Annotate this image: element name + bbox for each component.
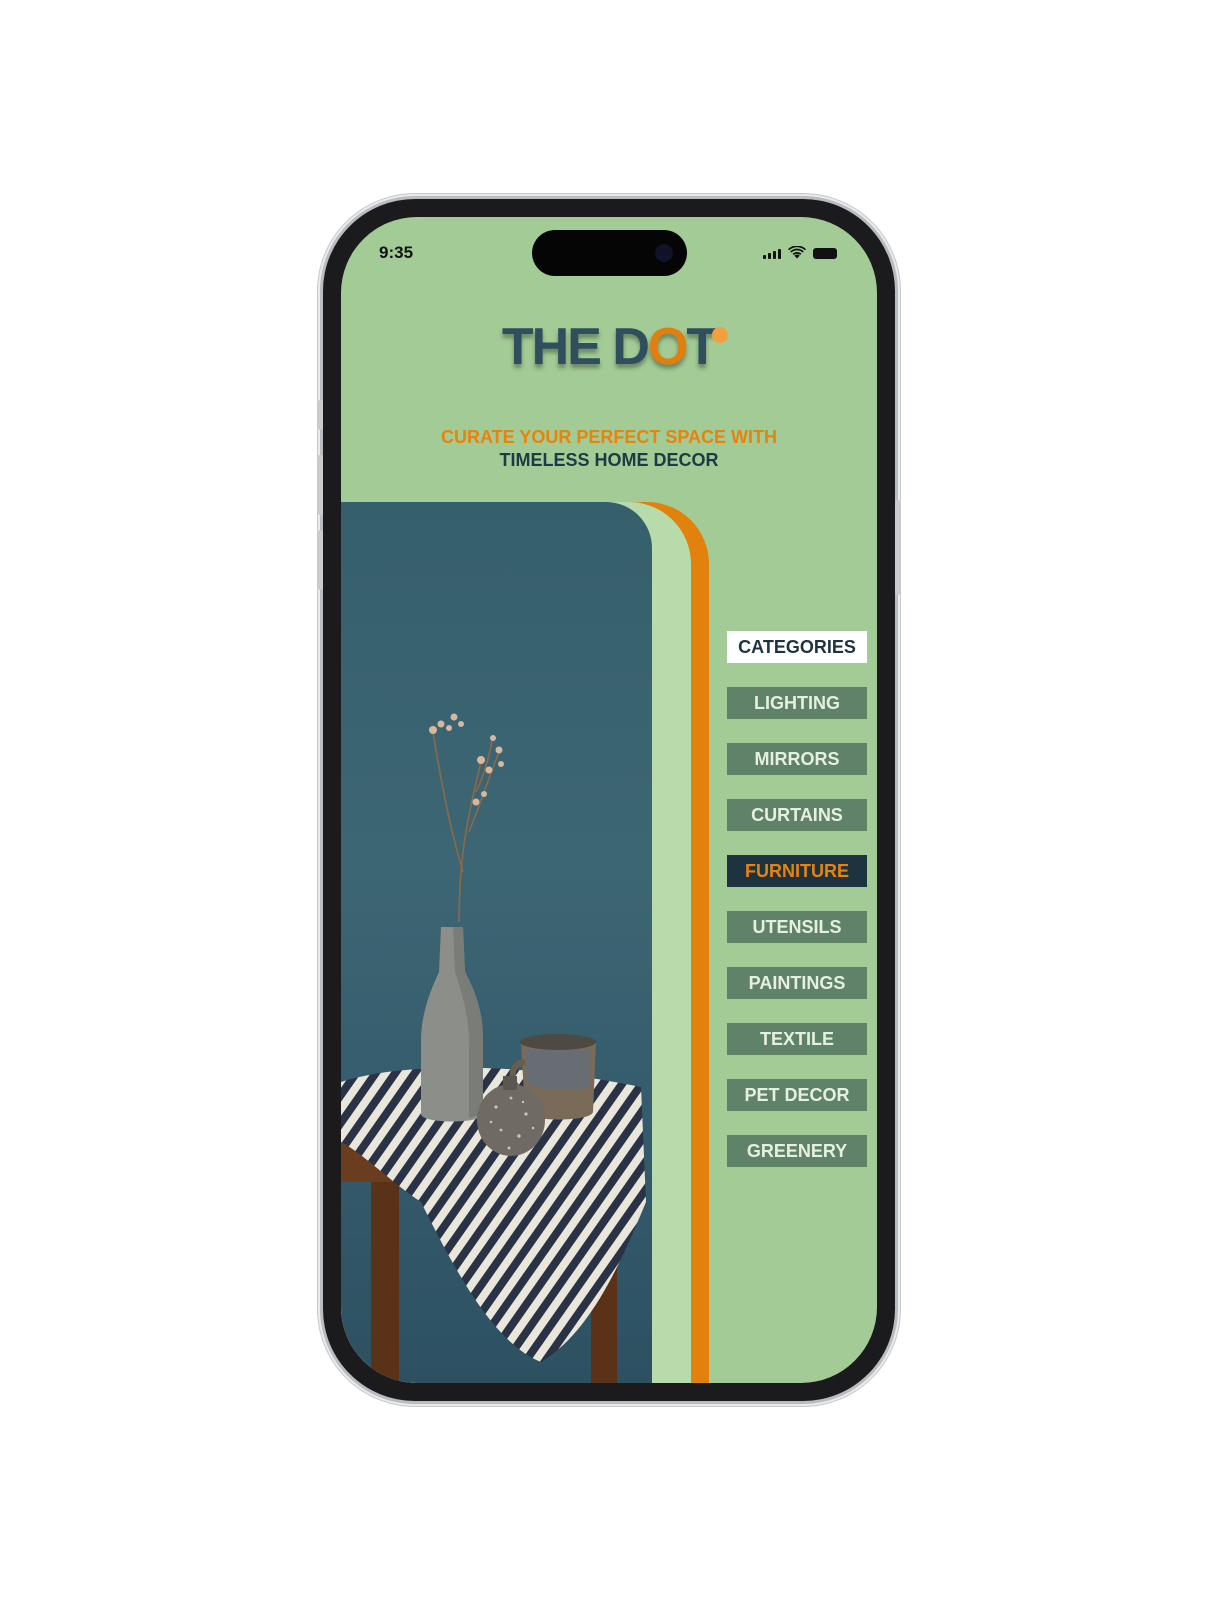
camera-icon [655,244,673,262]
wifi-icon [788,246,806,259]
status-icons [763,246,837,259]
category-furniture[interactable]: FURNITURE [727,855,867,887]
mute-switch [318,400,323,430]
battery-icon [813,248,837,259]
app-logo: THE DOT [341,317,877,377]
hero-still-life-illustration [341,713,646,1383]
cellular-signal-icon [763,249,781,259]
category-lighting[interactable]: LIGHTING [727,687,867,719]
dynamic-island [532,230,687,276]
category-greenery[interactable]: GREENERY [727,1135,867,1167]
logo-wordmark: THE DOT [501,318,718,376]
app-screen: 9:35 THE DOT CURATE YOUR PERFECT SPACE W… [341,217,877,1383]
logo-dot-icon [712,327,728,343]
hero-image [341,502,652,1383]
tagline-line-2: TIMELESS HOME DECOR [499,450,719,470]
tagline-line-1: CURATE YOUR PERFECT SPACE WITH [440,427,777,447]
power-button [895,500,900,595]
category-mirrors[interactable]: MIRRORS [727,743,867,775]
categories-header: CATEGORIES [727,631,867,663]
volume-up-button [318,455,323,515]
category-utensils[interactable]: UTENSILS [727,911,867,943]
category-textile[interactable]: TEXTILE [727,1023,867,1055]
tagline: CURATE YOUR PERFECT SPACE WITH TIMELESS … [341,426,877,472]
category-paintings[interactable]: PAINTINGS [727,967,867,999]
volume-down-button [318,530,323,590]
category-curtains[interactable]: CURTAINS [727,799,867,831]
status-time: 9:35 [379,243,414,262]
category-pet-decor[interactable]: PET DECOR [727,1079,867,1111]
phone-frame: 9:35 THE DOT CURATE YOUR PERFECT SPACE W… [323,199,895,1401]
